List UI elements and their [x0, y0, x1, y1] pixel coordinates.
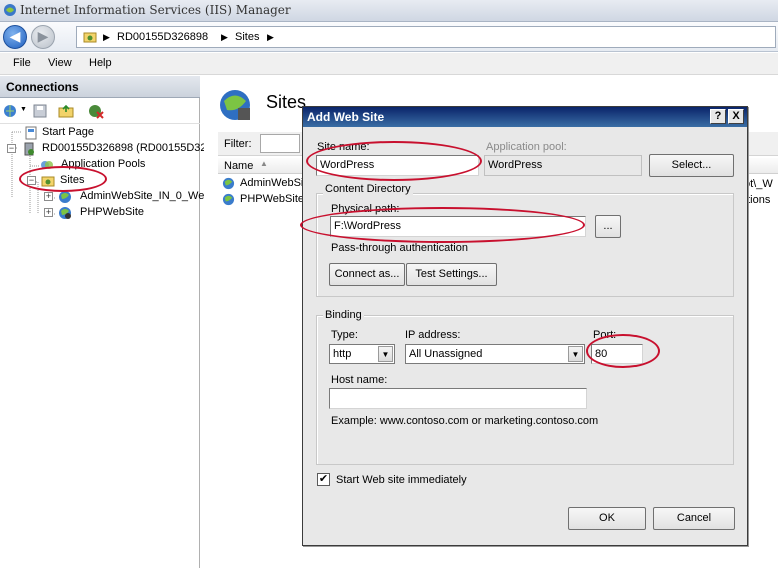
host-name-input[interactable]	[329, 388, 587, 409]
site-name: PHPWebSite	[240, 193, 304, 205]
filter-label: Filter:	[224, 138, 252, 150]
page-title: Sites	[266, 92, 307, 112]
dropdown-arrow-icon[interactable]: ▼	[378, 346, 393, 362]
select-app-pool-button[interactable]: Select...	[649, 154, 734, 177]
menu-view[interactable]: View	[48, 57, 72, 69]
app-pool-label: Application pool:	[486, 141, 567, 153]
host-name-label: Host name:	[331, 374, 388, 386]
list-item[interactable]: PHPWebSite	[222, 192, 312, 208]
start-page-icon	[25, 126, 37, 140]
menu-file[interactable]: File	[13, 57, 31, 69]
start-immediately-checkbox[interactable]: ✔	[317, 473, 330, 486]
dropdown-arrow-icon[interactable]: ▼	[20, 106, 27, 113]
dialog-title: Add Web Site	[307, 110, 385, 124]
back-arrow-icon: ◀	[9, 28, 21, 44]
annotation-ellipse	[300, 207, 585, 243]
address-bar: ◀ ▶ ▶ RD00155D326898 ▶ Sites ▶	[0, 22, 778, 52]
binding-title: Binding	[323, 309, 364, 321]
breadcrumb[interactable]: ▶ RD00155D326898 ▶ Sites ▶	[76, 26, 776, 48]
tree-item-phpwebsite[interactable]: + PHPWebSite	[44, 205, 200, 221]
forward-arrow-icon: ▶	[37, 28, 49, 44]
type-select[interactable]: http ▼	[329, 344, 395, 364]
close-button[interactable]: X	[728, 109, 744, 124]
test-settings-button[interactable]: Test Settings...	[406, 263, 497, 286]
cancel-button[interactable]: Cancel	[653, 507, 735, 530]
app-pool-field: WordPress	[484, 155, 642, 176]
type-label: Type:	[331, 329, 358, 341]
tree-label: AdminWebSite_IN_0_We	[80, 190, 205, 202]
menu-bar: File View Help	[0, 53, 778, 75]
column-name[interactable]: Name	[224, 160, 253, 172]
dialog-titlebar: Add Web Site ? X	[303, 107, 747, 127]
annotation-ellipse	[586, 334, 660, 368]
collapse-icon[interactable]: −	[7, 144, 16, 153]
site-name: AdminWebSit	[240, 177, 307, 189]
ip-address-label: IP address:	[405, 329, 461, 341]
iis-app-icon	[4, 4, 16, 16]
sites-globe-icon	[220, 90, 250, 120]
browse-button[interactable]: ...	[595, 215, 621, 238]
breadcrumb-sites[interactable]: Sites	[235, 31, 259, 43]
save-icon[interactable]	[32, 103, 48, 119]
menu-help[interactable]: Help	[89, 57, 112, 69]
window-titlebar: Internet Information Services (IIS) Mana…	[0, 0, 778, 22]
forward-button[interactable]: ▶	[31, 25, 55, 49]
tree-item-server[interactable]: − RD00155D326898 (RD00155D32	[4, 141, 207, 157]
chevron-right-icon: ▶	[103, 32, 110, 42]
path-fragment: ot\_W	[744, 178, 773, 190]
website-globe-icon	[222, 177, 235, 190]
window-title: Internet Information Services (IIS) Mana…	[20, 3, 291, 17]
list-item[interactable]: AdminWebSit	[222, 176, 312, 192]
start-immediately-label: Start Web site immediately	[336, 474, 467, 486]
up-folder-icon[interactable]	[58, 103, 74, 119]
filter-input[interactable]	[260, 134, 300, 153]
connections-toolbar: ▼	[0, 98, 200, 124]
dropdown-arrow-icon[interactable]: ▼	[568, 346, 583, 362]
tree-label: Start Page	[42, 126, 94, 138]
connect-as-button[interactable]: Connect as...	[329, 263, 405, 286]
tree-label: PHPWebSite	[80, 206, 144, 218]
back-button[interactable]: ◀	[3, 25, 27, 49]
chevron-right-icon: ▶	[267, 32, 274, 42]
sort-asc-icon: ▲	[260, 159, 268, 168]
tree-label: RD00155D326898 (RD00155D32	[42, 142, 207, 154]
breadcrumb-server[interactable]: RD00155D326898	[117, 31, 208, 43]
website-globe-icon	[59, 191, 71, 203]
ip-address-value: All Unassigned	[409, 348, 483, 360]
website-globe-icon	[222, 193, 235, 206]
content-directory-title: Content Directory	[323, 183, 413, 195]
ok-button[interactable]: OK	[568, 507, 646, 530]
help-button[interactable]: ?	[710, 109, 726, 124]
expand-icon[interactable]: +	[44, 208, 53, 217]
globe-connect-icon[interactable]	[3, 103, 19, 119]
host-example-text: Example: www.contoso.com or marketing.co…	[331, 415, 599, 427]
website-globe-icon	[59, 207, 71, 219]
ip-address-select[interactable]: All Unassigned ▼	[405, 344, 585, 364]
connections-pane: Connections ▼ Start Page − RD00155D32689…	[0, 76, 207, 568]
disconnect-icon[interactable]	[88, 103, 104, 119]
type-value: http	[333, 348, 352, 360]
tree-item-start-page[interactable]: Start Page	[22, 125, 200, 141]
server-folder-icon	[83, 32, 97, 43]
annotation-ellipse	[306, 141, 482, 181]
connections-header: Connections	[0, 76, 200, 98]
annotation-ellipse	[19, 166, 107, 192]
chevron-right-icon: ▶	[221, 32, 228, 42]
passthrough-label: Pass-through authentication	[331, 242, 468, 254]
expand-icon[interactable]: +	[44, 192, 53, 201]
server-icon	[24, 142, 34, 156]
